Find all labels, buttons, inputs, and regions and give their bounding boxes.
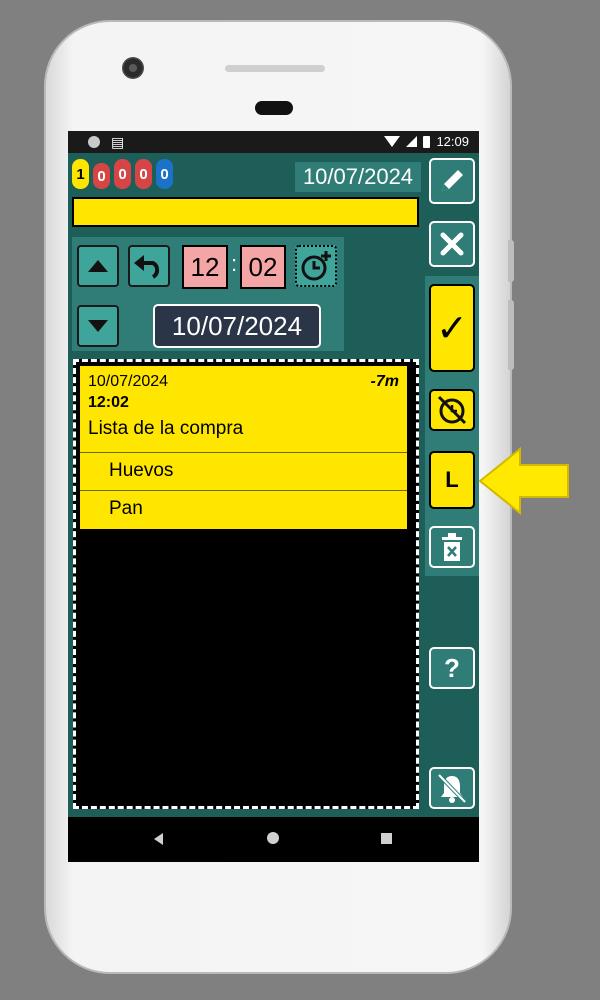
alarm-add-icon	[301, 251, 331, 281]
signal-icon	[406, 136, 418, 147]
current-date[interactable]: 10/07/2024	[295, 162, 421, 192]
note-list[interactable]: 10/07/2024 -7m 12:02 Lista de la compra …	[73, 359, 419, 809]
volume-button	[508, 300, 514, 370]
close-icon	[440, 232, 464, 256]
delete-button[interactable]	[429, 526, 475, 568]
counter-badge[interactable]: 0	[156, 159, 173, 189]
calendar-icon: ▤	[111, 134, 125, 150]
delete-icon	[442, 533, 462, 561]
minute-field[interactable]: 02	[240, 245, 286, 289]
decrement-button[interactable]	[77, 305, 119, 347]
arrow-down-icon	[88, 320, 108, 332]
phone-screen: ▤ 12:09 1 0 0 0 0 10/07/2024 12: 02 10/…	[68, 131, 479, 862]
app-container: 1 0 0 0 0 10/07/2024 12 : 02 10/07/2024 …	[68, 153, 479, 817]
navigation-bar	[68, 817, 479, 862]
notifications-off-icon	[437, 773, 467, 804]
note-card[interactable]: 10/07/2024 -7m 12:02 Lista de la compra …	[80, 366, 407, 529]
counter-badge[interactable]: 0	[93, 163, 110, 189]
arrow-up-icon	[88, 260, 108, 272]
check-icon: ✓	[436, 307, 468, 350]
recents-icon[interactable]	[381, 833, 392, 844]
list-icon: L	[445, 467, 459, 492]
earpiece	[255, 101, 293, 115]
help-icon: ?	[444, 652, 460, 683]
front-camera	[122, 57, 144, 79]
note-time: 12:02	[88, 394, 129, 411]
hour-field[interactable]: 12	[182, 245, 228, 289]
edit-icon	[442, 170, 463, 191]
undo-button[interactable]	[128, 245, 170, 287]
right-toolbar: ✓ L ?	[425, 153, 479, 817]
note-relative-time: -7m	[370, 373, 399, 390]
power-button	[508, 240, 514, 282]
increment-button[interactable]	[77, 245, 119, 287]
note-input-bar[interactable]	[72, 197, 419, 227]
date-picker-field[interactable]: 10/07/2024	[153, 304, 321, 348]
counter-badges: 1 0 0 0 0	[72, 159, 173, 189]
edit-button[interactable]	[429, 158, 475, 204]
counter-badge[interactable]: 0	[135, 159, 152, 189]
pointer-arrow-icon	[478, 446, 569, 516]
alarm-off-button[interactable]	[429, 389, 475, 431]
top-speaker	[225, 65, 325, 72]
list-mode-button[interactable]: L	[429, 451, 475, 509]
list-item[interactable]: Huevos	[80, 452, 407, 490]
battery-icon	[423, 135, 431, 148]
time-picker-panel: 12 : 02 10/07/2024	[72, 237, 344, 351]
status-time: 12:09	[436, 134, 469, 149]
note-title: Lista de la compra	[88, 418, 244, 439]
time-separator: :	[231, 251, 238, 276]
undo-icon	[134, 255, 160, 279]
wifi-icon	[384, 136, 401, 147]
alarm-off-icon	[437, 395, 467, 425]
counter-badge[interactable]: 1	[72, 159, 89, 189]
notification-dot-icon	[88, 136, 100, 148]
home-icon[interactable]	[267, 832, 279, 844]
close-button[interactable]	[429, 221, 475, 267]
mute-notifications-button[interactable]	[429, 767, 475, 809]
back-icon[interactable]	[154, 833, 163, 845]
confirm-button[interactable]: ✓	[429, 284, 475, 372]
list-item[interactable]: Pan	[80, 490, 407, 528]
counter-badge[interactable]: 0	[114, 159, 131, 189]
help-button[interactable]: ?	[429, 647, 475, 689]
note-date: 10/07/2024	[88, 373, 169, 390]
add-alarm-button[interactable]	[295, 245, 337, 287]
status-bar: ▤ 12:09	[68, 131, 479, 153]
